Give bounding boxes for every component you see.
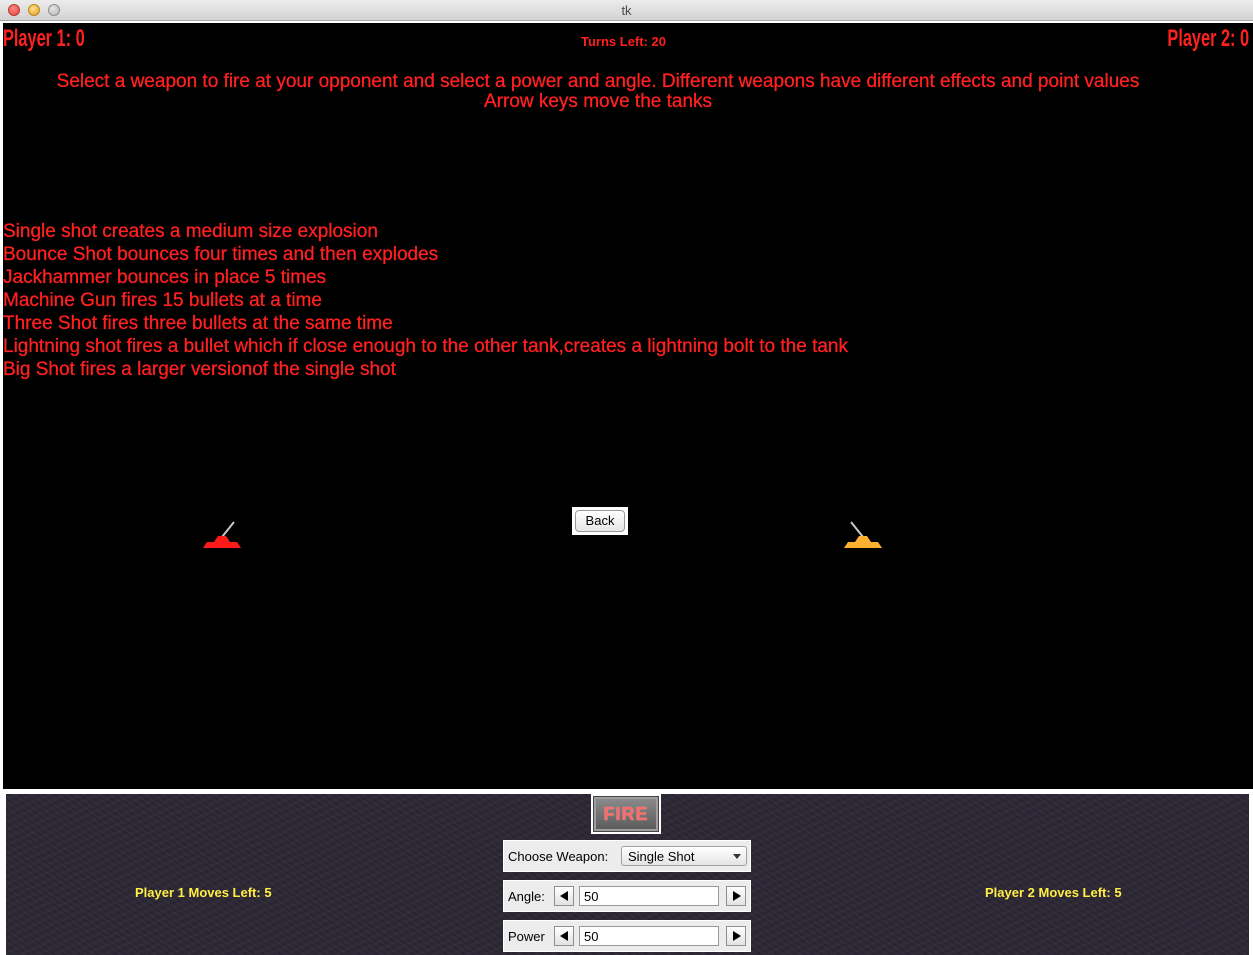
- power-control-row: Power 50: [503, 920, 751, 952]
- fire-button-frame: FIRE: [591, 794, 661, 834]
- weapon-description: Big Shot fires a larger versionof the si…: [3, 359, 396, 380]
- weapon-label: Choose Weapon:: [508, 849, 609, 864]
- power-input[interactable]: 50: [579, 926, 719, 946]
- player1-score: Player 1: 0: [3, 25, 85, 52]
- arrow-right-icon: [733, 891, 741, 901]
- weapon-description-list: Single shot creates a medium size explos…: [3, 220, 848, 381]
- instructions-line-2: Arrow keys move the tanks: [483, 91, 713, 112]
- weapon-description: Lightning shot fires a bullet which if c…: [3, 336, 848, 357]
- weapon-select-value: Single Shot: [628, 849, 695, 864]
- player1-tank-body: [203, 536, 241, 548]
- weapon-description: Three Shot fires three bullets at the sa…: [3, 313, 393, 334]
- weapon-description: Jackhammer bounces in place 5 times: [3, 267, 327, 288]
- back-button[interactable]: Back: [575, 510, 625, 532]
- fire-button[interactable]: FIRE: [593, 796, 659, 832]
- weapon-description: Bounce Shot bounces four times and then …: [3, 244, 439, 265]
- power-increase-button[interactable]: [726, 926, 746, 946]
- angle-label: Angle:: [508, 889, 545, 904]
- player2-tank-barrel: [850, 521, 864, 538]
- weapon-description: Machine Gun fires 15 bullets at a time: [3, 290, 322, 311]
- game-canvas[interactable]: Player 1: 0 Turns Left: 20 Player 2: 0 S…: [3, 23, 1253, 789]
- angle-decrease-button[interactable]: [554, 886, 574, 906]
- angle-input[interactable]: 50: [579, 886, 719, 906]
- player2-moves-left: Player 2 Moves Left: 5: [985, 885, 1122, 900]
- back-button-frame: Back: [572, 507, 628, 535]
- arrow-left-icon: [560, 891, 568, 901]
- window-title-bar: tk: [0, 0, 1253, 21]
- turns-left: Turns Left: 20: [581, 34, 666, 49]
- fire-button-label: FIRE: [603, 803, 649, 824]
- arrow-left-icon: [560, 931, 568, 941]
- arrow-right-icon: [733, 931, 741, 941]
- player1-tank: [203, 521, 241, 548]
- player1-tank-barrel: [221, 521, 235, 538]
- control-panel: FIRE Player 1 Moves Left: 5 Player 2 Mov…: [6, 794, 1249, 955]
- instructions-line-1: Select a weapon to fire at your opponent…: [56, 71, 1140, 92]
- weapon-description: Single shot creates a medium size explos…: [3, 221, 378, 242]
- weapon-select[interactable]: Single Shot: [621, 846, 747, 866]
- angle-increase-button[interactable]: [726, 886, 746, 906]
- weapon-chooser-row: Choose Weapon: Single Shot: [503, 840, 751, 872]
- player1-moves-left: Player 1 Moves Left: 5: [135, 885, 272, 900]
- player2-tank-body: [844, 536, 882, 548]
- power-decrease-button[interactable]: [554, 926, 574, 946]
- angle-control-row: Angle: 50: [503, 880, 751, 912]
- player2-score: Player 2: 0: [1167, 25, 1249, 52]
- window-title: tk: [621, 3, 632, 18]
- chevron-down-icon: [733, 854, 741, 859]
- power-label: Power: [508, 929, 545, 944]
- player2-tank: [844, 521, 882, 548]
